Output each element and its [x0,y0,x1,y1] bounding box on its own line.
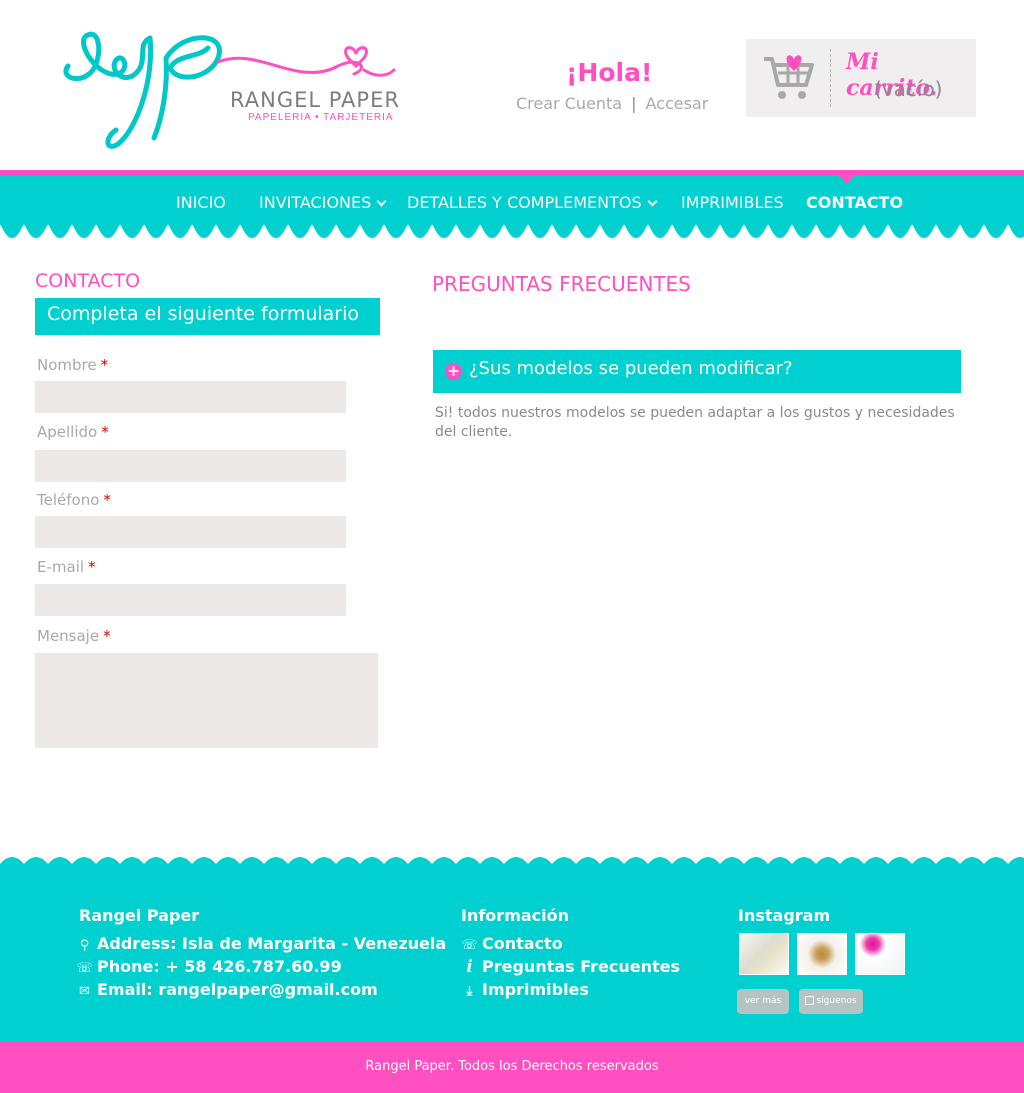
nav-item-invitaciones[interactable]: INVITACIONES [259,193,387,212]
faq-title: PREGUNTAS FRECUENTES [432,272,691,296]
footer-link-imprimibles[interactable]: ⤓ Imprimibles [461,980,589,999]
info-icon: i [466,957,473,977]
chevron-down-icon [647,196,658,207]
active-nav-pointer [839,175,855,184]
footer-address: ⚲ Address: Isla de Margarita - Venezuela [76,934,446,953]
form-banner: Completa el siguiente formulario [35,298,380,335]
cart-widget[interactable]: Mi carrito. (vacío) [746,39,976,117]
site-header: RANGEL PAPER PAPELERIA • TARJETERIA ¡Hol… [0,0,1024,170]
footer-link-contacto[interactable]: ☏ Contacto [461,934,562,953]
download-icon: ⤓ [466,984,473,999]
contact-title: CONTACTO [35,270,141,292]
email-field[interactable] [35,584,346,616]
nav-item-contacto[interactable]: CONTACTO [806,193,903,212]
chevron-down-icon [376,196,387,207]
account-links: Crear Cuenta | Accesar [516,94,708,113]
footer-link-faq[interactable]: i Preguntas Frecuentes [461,957,680,977]
copyright-bar: Rangel Paper. Todos los Derechos reserva… [0,1042,1024,1093]
footer-phone: ☏ Phone: + 58 426.787.60.99 [76,957,342,976]
phone-label: Teléfono * [37,491,111,509]
faq-question-text: ¿Sus modelos se pueden modificar? [469,358,793,379]
cart-divider [830,49,831,107]
plus-icon: + [445,363,462,380]
logo-monogram [63,31,396,149]
instagram-icon [805,996,815,1005]
message-field[interactable] [35,653,378,748]
brand-tagline: PAPELERIA • TARJETERIA [248,112,394,123]
cart-status: (vacío) [874,77,943,101]
lastname-label: Apellido * [37,423,109,441]
name-label: Nombre * [37,356,109,374]
phone-field[interactable] [35,516,346,548]
create-account-link[interactable]: Crear Cuenta [516,94,622,113]
brand-name: RANGEL PAPER [230,88,400,112]
footer-info-title: Información [461,906,570,925]
nav-scallop-edge [0,223,1024,238]
brand-logo[interactable] [58,18,398,153]
nav-item-detalles[interactable]: DETALLES Y COMPLEMENTOS [407,193,658,212]
instagram-photo[interactable] [855,933,905,975]
envelope-icon: ✉ [79,984,90,999]
footer-email[interactable]: ✉ Email: rangelpaper@gmail.com [76,980,378,999]
nav-item-inicio[interactable]: INICIO [176,193,226,212]
message-label: Mensaje * [37,627,111,645]
email-label: E-mail * [37,558,96,576]
shopping-cart-icon [760,51,816,103]
footer-instagram-title: Instagram [738,906,831,925]
instagram-photo[interactable] [797,933,847,975]
instagram-see-more-button[interactable]: ver más [737,989,789,1014]
location-pin-icon: ⚲ [79,938,90,953]
name-field[interactable] [35,381,346,413]
instagram-follow-button[interactable]: síguenos [799,989,863,1014]
lastname-field[interactable] [35,450,346,482]
nav-item-imprimibles[interactable]: IMPRIMIBLES [681,193,784,212]
phone-icon: ☏ [461,938,478,953]
account-separator: | [631,94,637,113]
footer-company-title: Rangel Paper [79,906,200,925]
greeting: ¡Hola! [566,58,653,87]
instagram-photo[interactable] [739,933,789,975]
faq-question[interactable]: + ¿Sus modelos se pueden modificar? [433,350,961,393]
faq-answer: Si! todos nuestros modelos se pueden ada… [435,405,955,440]
phone-icon: ☏ [76,961,93,976]
footer-scallop-edge [0,857,1024,876]
login-link[interactable]: Accesar [645,94,708,113]
